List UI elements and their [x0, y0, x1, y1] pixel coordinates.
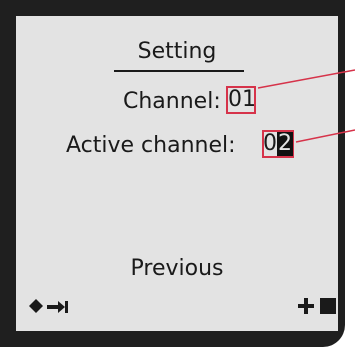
active-channel-callout-line [295, 129, 355, 143]
channel-callout-line [257, 69, 355, 89]
callout-lines [257, 69, 355, 143]
